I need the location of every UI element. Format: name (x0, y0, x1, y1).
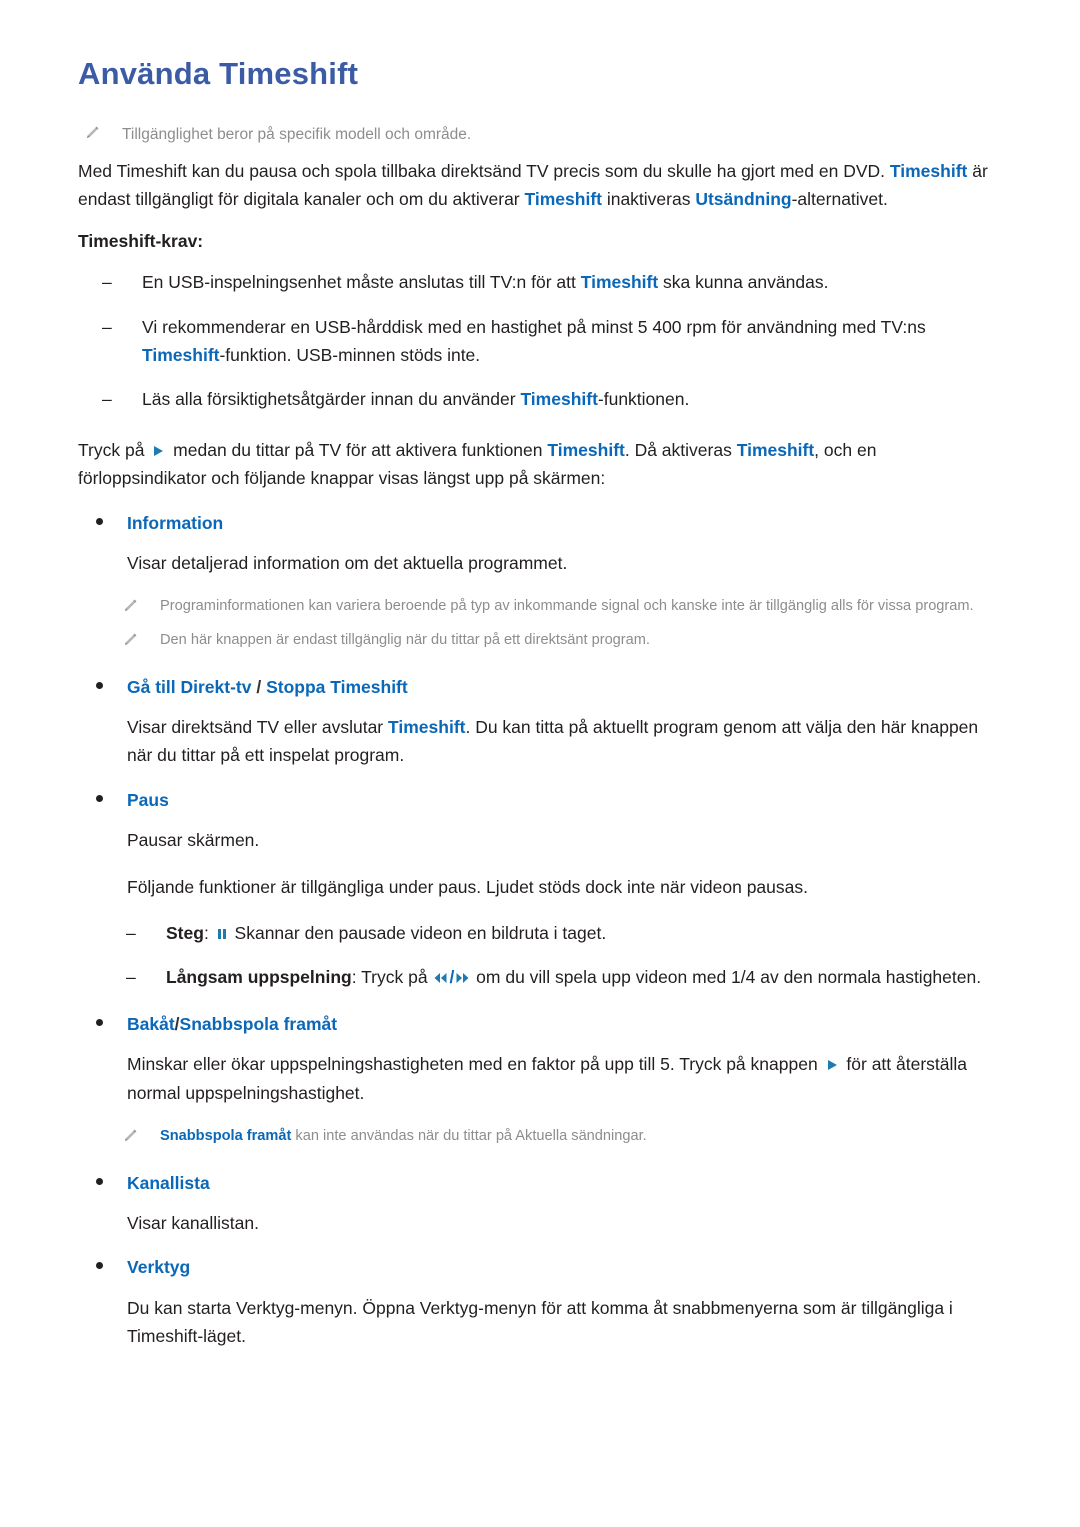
section-heading-rewind-fastforward: Bakåt/Snabbspola framåt (78, 1012, 1008, 1037)
requirement-highlight: Timeshift (580, 272, 659, 293)
sub-item-text: om du vill spela upp videon med 1/4 av d… (471, 967, 982, 988)
dash-marker: – (102, 316, 112, 337)
heading-label: Bakåt/Snabbspola framåt (127, 1012, 337, 1037)
note-text: Programinformationen kan variera beroend… (160, 598, 974, 615)
note-program-information: Programinformationen kan variera beroend… (78, 595, 1008, 619)
pencil-icon (122, 598, 138, 614)
intro-text-c: inaktiveras (601, 189, 696, 210)
heading-separator: / (251, 676, 267, 697)
heading-label-a: Bakåt (127, 1013, 175, 1034)
bullet-dot-icon (96, 1018, 103, 1026)
requirement-text-a: Vi rekommenderar en USB-hårddisk med en … (142, 316, 926, 337)
rewind-fastforward-body: Minskar eller ökar uppspelningshastighet… (127, 1050, 1008, 1107)
section-heading-verktyg: Verktyg (78, 1255, 1008, 1280)
bullet-dot-icon (96, 1262, 103, 1270)
go-live-highlight: Timeshift (388, 717, 466, 738)
note-text: Tillgänglighet beror på specifik modell … (122, 125, 472, 143)
intro-highlight-timeshift-1: Timeshift (889, 160, 968, 181)
play-icon (827, 1059, 838, 1071)
activation-text-b: medan du tittar på TV för att aktivera f… (168, 439, 548, 460)
heading-label-b: Snabbspola framåt (179, 1013, 338, 1034)
heading-label: Kanallista (127, 1172, 210, 1193)
requirement-highlight: Timeshift (142, 345, 220, 366)
requirement-text-b: -funktion. USB-minnen stöds inte. (219, 345, 481, 366)
icon-separator: / (449, 967, 455, 988)
play-icon (153, 445, 164, 457)
kanallista-body: Visar kanallistan. (127, 1213, 259, 1234)
rewind-icon (433, 972, 448, 984)
dash-marker: – (126, 923, 136, 943)
requirement-text-a: Läs alla försiktighetsåtgärder innan du … (142, 389, 521, 410)
intro-text-d: -alternativet. (791, 189, 888, 210)
bullet-dot-icon (96, 517, 103, 525)
bullet-dot-icon (96, 681, 103, 689)
activation-paragraph: Tryck på medan du tittar på TV för att a… (78, 436, 1008, 493)
dash-marker: – (102, 389, 112, 410)
requirement-text-b: ska kunna användas. (658, 272, 829, 293)
paus-sub-text: Långsam uppspelning: Tryck på / om du vi… (166, 963, 1008, 991)
sub-item-after-label: : Tryck på (351, 967, 433, 988)
intro-highlight-timeshift-2: Timeshift (524, 189, 602, 210)
activation-highlight-1: Timeshift (547, 439, 625, 460)
fast-forward-icon (455, 972, 470, 984)
activation-text-c: . Då aktiveras (624, 439, 737, 460)
information-body: Visar detaljerad information om det aktu… (127, 553, 568, 573)
heading-label: Gå till Direkt-tv / Stoppa Timeshift (127, 675, 408, 700)
activation-highlight-2: Timeshift (736, 439, 815, 460)
pencil-icon (122, 1128, 138, 1144)
requirement-text: Läs alla försiktighetsåtgärder innan du … (142, 385, 1008, 413)
pencil-icon (122, 632, 138, 648)
requirement-highlight: Timeshift (520, 389, 598, 410)
paus-body-2: Följande funktioner är tillgängliga unde… (127, 876, 808, 897)
requirement-text: Vi rekommenderar en USB-hårddisk med en … (142, 313, 1008, 370)
requirement-text-a: En USB-inspelningsenhet måste anslutas t… (142, 272, 581, 293)
requirement-text-b: -funktionen. (597, 389, 690, 410)
heading-label-b: Stoppa Timeshift (266, 676, 408, 697)
bullet-dot-icon (96, 1177, 103, 1185)
document-page: Använda Timeshift Tillgänglighet beror p… (0, 0, 1080, 1527)
paus-sub-text: Steg: Skannar den pausade videon en bild… (166, 919, 1008, 947)
section-heading-information: Information (78, 511, 1008, 536)
verktyg-body: Du kan starta Verktyg-menyn. Öppna Verkt… (127, 1297, 953, 1347)
note-availability: Tillgänglighet beror på specifik modell … (78, 122, 1008, 147)
requirements-label: Timeshift-krav: (78, 231, 204, 252)
note-button-availability: Den här knappen är endast tillgänglig nä… (78, 629, 1008, 653)
requirement-item: – Vi rekommenderar en USB-hårddisk med e… (78, 313, 1008, 370)
heading-label: Information (127, 512, 224, 533)
bullet-dot-icon (96, 794, 103, 802)
requirement-text: En USB-inspelningsenhet måste anslutas t… (142, 268, 1008, 296)
requirement-item: – En USB-inspelningsenhet måste anslutas… (78, 268, 1008, 296)
pause-icon (217, 928, 227, 940)
rff-text-a: Minskar eller ökar uppspelningshastighet… (127, 1054, 823, 1075)
note-rest: kan inte användas när du tittar på Aktue… (291, 1127, 647, 1144)
section-heading-paus: Paus (78, 788, 1008, 813)
pencil-icon (84, 125, 100, 141)
sub-item-text: Skannar den pausade videon en bildruta i… (229, 923, 607, 943)
section-heading-kanallista: Kanallista (78, 1171, 1008, 1196)
go-live-body: Visar direktsänd TV eller avslutar Times… (127, 713, 1008, 770)
go-live-text-a: Visar direktsänd TV eller avslutar (127, 717, 388, 738)
sub-item-after-label: : (203, 923, 214, 943)
paus-sub-item-slow-playback: – Långsam uppspelning: Tryck på / om du … (78, 963, 1008, 991)
dash-marker: – (102, 272, 112, 293)
sub-item-label: Långsam uppspelning (166, 967, 352, 988)
page-title: Använda Timeshift (78, 56, 359, 91)
sub-item-label: Steg (166, 923, 204, 943)
dash-marker: – (126, 967, 136, 988)
paus-sub-item-steg: – Steg: Skannar den pausade videon en bi… (78, 919, 1008, 947)
paus-body-1: Pausar skärmen. (127, 830, 260, 851)
heading-label-a: Gå till Direkt-tv (127, 676, 252, 697)
note-text: Snabbspola framåt kan inte användas när … (160, 1125, 1008, 1149)
note-fast-forward-restriction: Snabbspola framåt kan inte användas när … (78, 1125, 1008, 1149)
heading-label: Paus (127, 789, 169, 810)
intro-highlight-utsandning: Utsändning (695, 189, 792, 210)
intro-paragraph: Med Timeshift kan du pausa och spola til… (78, 157, 1008, 214)
note-highlight: Snabbspola framåt (160, 1127, 292, 1144)
section-heading-go-live-stop-timeshift: Gå till Direkt-tv / Stoppa Timeshift (78, 675, 1008, 700)
heading-label: Verktyg (127, 1257, 191, 1278)
activation-text-a: Tryck på (78, 439, 150, 460)
note-text: Den här knappen är endast tillgänglig nä… (160, 631, 650, 648)
intro-text-a: Med Timeshift kan du pausa och spola til… (78, 160, 890, 181)
requirement-item: – Läs alla försiktighetsåtgärder innan d… (78, 385, 1008, 413)
